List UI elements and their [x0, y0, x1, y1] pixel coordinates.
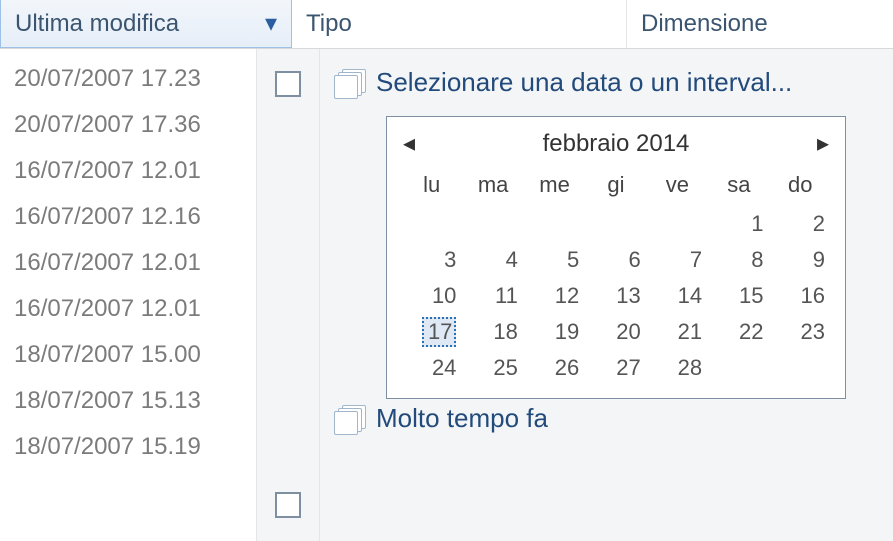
calendar-day[interactable]: 17: [401, 314, 462, 350]
stacked-pages-icon: [334, 405, 364, 433]
calendar-day[interactable]: 26: [524, 350, 585, 386]
file-dates-column: 20/07/2007 17.23 20/07/2007 17.36 16/07/…: [0, 49, 256, 541]
date-filter-calendar: ◂ febbraio 2014 ▸ lumamegivesado 1234567…: [386, 116, 846, 399]
calendar-day[interactable]: 12: [524, 278, 585, 314]
header-label: Ultima modifica: [15, 10, 179, 38]
calendar-day[interactable]: 3: [401, 242, 462, 278]
calendar-day[interactable]: 20: [585, 314, 646, 350]
filter-checkbox-column: [256, 49, 320, 541]
filter-option-long-ago[interactable]: Molto tempo fa: [334, 403, 875, 434]
calendar-day[interactable]: 27: [585, 350, 646, 386]
calendar-day[interactable]: 10: [401, 278, 462, 314]
header-dimensione[interactable]: Dimensione: [627, 0, 893, 48]
calendar-day[interactable]: 4: [462, 242, 523, 278]
calendar-prev-month[interactable]: ◂: [403, 129, 415, 158]
calendar-title[interactable]: febbraio 2014: [415, 130, 817, 158]
file-date[interactable]: 18/07/2007 15.19: [14, 435, 242, 459]
header-label: Tipo: [306, 10, 352, 38]
file-date[interactable]: 16/07/2007 12.01: [14, 297, 242, 321]
calendar-day[interactable]: 7: [647, 242, 708, 278]
calendar-day[interactable]: 13: [585, 278, 646, 314]
calendar-day: [462, 206, 523, 242]
filter-checkbox-top[interactable]: [275, 71, 301, 97]
filter-checkbox-bottom[interactable]: [275, 492, 301, 518]
calendar-day: [401, 206, 462, 242]
file-date[interactable]: 16/07/2007 12.01: [14, 251, 242, 275]
calendar-day[interactable]: 14: [647, 278, 708, 314]
calendar-day[interactable]: 6: [585, 242, 646, 278]
filter-option-label: Selezionare una data o un interval...: [376, 67, 792, 98]
calendar-day[interactable]: 15: [708, 278, 769, 314]
calendar-day[interactable]: 22: [708, 314, 769, 350]
calendar-day[interactable]: 8: [708, 242, 769, 278]
calendar-dow: me: [524, 168, 585, 206]
file-date[interactable]: 16/07/2007 12.01: [14, 159, 242, 183]
header-label: Dimensione: [641, 10, 768, 38]
calendar-day[interactable]: 9: [770, 242, 831, 278]
calendar-day[interactable]: 11: [462, 278, 523, 314]
calendar-day[interactable]: 28: [647, 350, 708, 386]
calendar-day[interactable]: 24: [401, 350, 462, 386]
calendar-dow: ma: [462, 168, 523, 206]
filter-option-date-range[interactable]: Selezionare una data o un interval...: [334, 67, 875, 98]
calendar-day[interactable]: 23: [770, 314, 831, 350]
header-tipo[interactable]: Tipo: [292, 0, 627, 48]
calendar-dow: sa: [708, 168, 769, 206]
calendar-next-month[interactable]: ▸: [817, 129, 829, 158]
calendar-day[interactable]: 2: [770, 206, 831, 242]
calendar-grid: lumamegivesado 1234567891011121314151617…: [401, 168, 831, 386]
file-date[interactable]: 18/07/2007 15.13: [14, 389, 242, 413]
calendar-day[interactable]: 5: [524, 242, 585, 278]
file-date[interactable]: 18/07/2007 15.00: [14, 343, 242, 367]
file-date[interactable]: 16/07/2007 12.16: [14, 205, 242, 229]
stacked-pages-icon: [334, 69, 364, 97]
calendar-day: [708, 350, 769, 386]
file-date[interactable]: 20/07/2007 17.23: [14, 67, 242, 91]
calendar-dow: gi: [585, 168, 646, 206]
calendar-dow: ve: [647, 168, 708, 206]
calendar-day[interactable]: 21: [647, 314, 708, 350]
calendar-day[interactable]: 1: [708, 206, 769, 242]
filter-option-label: Molto tempo fa: [376, 403, 548, 434]
calendar-day[interactable]: 18: [462, 314, 523, 350]
calendar-day: [770, 350, 831, 386]
filter-panel: Selezionare una data o un interval... ◂ …: [320, 49, 893, 541]
column-headers: Ultima modifica ▾ Tipo Dimensione: [0, 0, 893, 49]
calendar-dow: lu: [401, 168, 462, 206]
calendar-day[interactable]: 16: [770, 278, 831, 314]
calendar-day: [585, 206, 646, 242]
file-date[interactable]: 20/07/2007 17.36: [14, 113, 242, 137]
calendar-day[interactable]: 25: [462, 350, 523, 386]
calendar-day: [647, 206, 708, 242]
header-ultima-modifica[interactable]: Ultima modifica ▾: [0, 0, 292, 48]
calendar-day: [524, 206, 585, 242]
sort-dropdown-icon: ▾: [265, 9, 277, 38]
calendar-dow: do: [770, 168, 831, 206]
calendar-day[interactable]: 19: [524, 314, 585, 350]
